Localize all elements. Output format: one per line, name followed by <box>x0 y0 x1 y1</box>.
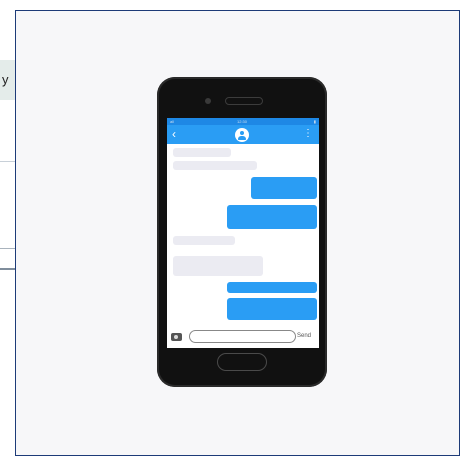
battery-icon: ▮ <box>313 119 316 124</box>
smartphone: all 12:30 ▮ ‹ ⋮ Send <box>157 77 327 387</box>
chevron-left-icon[interactable]: ‹ <box>172 127 176 141</box>
incoming-message-bubble <box>173 161 257 170</box>
send-button[interactable]: Send <box>297 331 311 342</box>
more-vertical-icon[interactable]: ⋮ <box>303 128 313 140</box>
camera-dot <box>205 98 211 104</box>
outgoing-message-bubble <box>227 282 317 293</box>
outgoing-message-bubble <box>251 177 317 199</box>
outgoing-message-bubble <box>227 298 317 320</box>
status-bar: all 12:30 ▮ <box>167 118 319 125</box>
phone-screen: all 12:30 ▮ ‹ ⋮ Send <box>167 118 319 348</box>
outgoing-message-bubble <box>227 205 317 229</box>
incoming-message-bubble <box>173 256 263 276</box>
incoming-message-bubble <box>173 236 235 245</box>
speaker-grille <box>225 97 263 105</box>
chat-header: ‹ ⋮ <box>167 125 319 144</box>
message-composer: Send <box>167 326 319 348</box>
incoming-message-bubble <box>173 148 231 157</box>
home-button[interactable] <box>217 353 267 371</box>
message-input[interactable] <box>189 330 296 343</box>
camera-icon[interactable] <box>171 333 182 341</box>
status-time: 12:30 <box>237 119 248 124</box>
avatar[interactable] <box>235 128 249 142</box>
signal-indicator: all <box>170 119 175 124</box>
